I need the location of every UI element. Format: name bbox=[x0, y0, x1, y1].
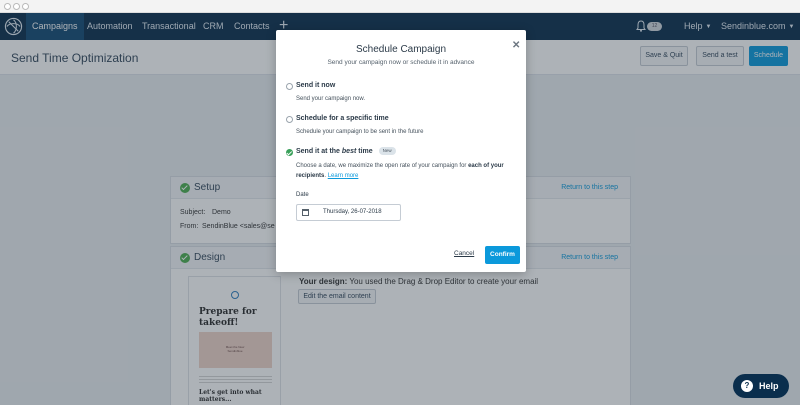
cancel-button[interactable]: Cancel bbox=[454, 250, 474, 257]
browser-titlebar bbox=[0, 0, 800, 13]
best-time-label-em: best bbox=[341, 148, 357, 155]
send-now-label[interactable]: Send it now bbox=[296, 82, 335, 89]
help-floating-button[interactable]: ? Help bbox=[733, 374, 789, 398]
learn-more-link[interactable]: Learn more bbox=[328, 173, 359, 179]
schedule-specific-desc: Schedule your campaign to be sent in the… bbox=[296, 129, 424, 135]
date-label: Date bbox=[296, 192, 309, 198]
new-badge: New bbox=[378, 147, 396, 155]
best-time-desc: Choose a date, we maximize the open rate… bbox=[296, 161, 511, 181]
schedule-specific-label[interactable]: Schedule for a specific time bbox=[296, 115, 389, 122]
best-time-label-post: time bbox=[356, 148, 373, 155]
calendar-icon bbox=[302, 209, 309, 216]
close-icon[interactable]: ✕ bbox=[512, 40, 520, 51]
best-time-label[interactable]: Send it at the best time New bbox=[296, 147, 396, 155]
window-maximize-icon[interactable] bbox=[22, 3, 29, 10]
window-close-icon[interactable] bbox=[4, 3, 11, 10]
help-button-label: Help bbox=[759, 381, 779, 391]
send-now-desc: Send your campaign now. bbox=[296, 96, 366, 102]
best-time-label-pre: Send it at the bbox=[296, 148, 342, 155]
send-now-radio[interactable] bbox=[286, 83, 293, 90]
window-minimize-icon[interactable] bbox=[13, 3, 20, 10]
modal-subtitle: Send your campaign now or schedule it in… bbox=[327, 59, 475, 66]
date-value: Thursday, 26-07-2018 bbox=[323, 209, 382, 215]
confirm-button[interactable]: Confirm bbox=[485, 246, 520, 264]
schedule-specific-radio[interactable] bbox=[286, 116, 293, 123]
best-time-radio[interactable] bbox=[286, 149, 293, 156]
question-icon: ? bbox=[741, 380, 753, 392]
schedule-campaign-modal: Schedule Campaign Send your campaign now… bbox=[276, 30, 526, 272]
date-picker-field[interactable]: Thursday, 26-07-2018 bbox=[296, 204, 401, 221]
modal-title: Schedule Campaign bbox=[355, 44, 447, 55]
best-time-desc-text: Choose a date, we maximize the open rate… bbox=[296, 163, 469, 169]
